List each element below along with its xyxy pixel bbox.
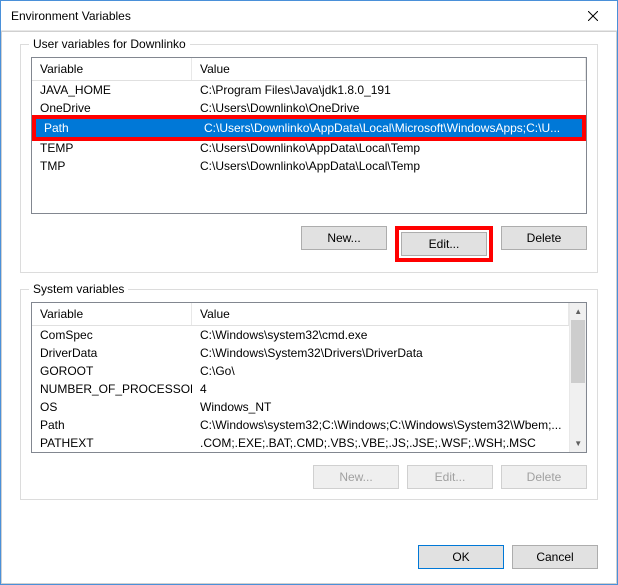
dialog-footer: OK Cancel xyxy=(2,545,616,583)
var-value: C:\Windows\system32\cmd.exe xyxy=(192,326,569,344)
system-new-button[interactable]: New... xyxy=(313,465,399,489)
var-name: JAVA_HOME xyxy=(32,81,192,99)
system-row[interactable]: Path C:\Windows\system32;C:\Windows;C:\W… xyxy=(32,416,569,434)
var-value: C:\Users\Downlinko\OneDrive xyxy=(192,99,586,117)
var-value: C:\Windows\system32;C:\Windows;C:\Window… xyxy=(192,416,569,434)
var-value: .COM;.EXE;.BAT;.CMD;.VBS;.VBE;.JS;.JSE;.… xyxy=(192,434,569,452)
system-row[interactable]: ComSpec C:\Windows\system32\cmd.exe xyxy=(32,326,569,344)
var-value: C:\Users\Downlinko\AppData\Local\Temp xyxy=(192,157,586,175)
var-name: DriverData xyxy=(32,344,192,362)
user-group-legend: User variables for Downlinko xyxy=(29,37,190,51)
close-icon xyxy=(588,11,598,21)
user-list-header: Variable Value xyxy=(32,58,586,81)
scroll-down-icon[interactable]: ▼ xyxy=(570,435,586,452)
var-name: TMP xyxy=(32,157,192,175)
system-row[interactable]: NUMBER_OF_PROCESSORS 4 xyxy=(32,380,569,398)
var-value: C:\Windows\System32\Drivers\DriverData xyxy=(192,344,569,362)
system-delete-button[interactable]: Delete xyxy=(501,465,587,489)
user-row[interactable]: OneDrive C:\Users\Downlinko\OneDrive xyxy=(32,99,586,117)
var-value: 4 xyxy=(192,380,569,398)
var-name: OS xyxy=(32,398,192,416)
user-variables-group: User variables for Downlinko Variable Va… xyxy=(20,44,598,273)
system-row[interactable]: OS Windows_NT xyxy=(32,398,569,416)
var-name: Path xyxy=(32,416,192,434)
var-name: Path xyxy=(36,119,196,137)
user-col-variable[interactable]: Variable xyxy=(32,58,192,80)
dialog-body: User variables for Downlinko Variable Va… xyxy=(1,31,617,584)
system-list-body: ComSpec C:\Windows\system32\cmd.exe Driv… xyxy=(32,326,569,452)
system-buttons: New... Edit... Delete xyxy=(31,465,587,489)
user-list-body: JAVA_HOME C:\Program Files\Java\jdk1.8.0… xyxy=(32,81,586,213)
user-col-value[interactable]: Value xyxy=(192,58,586,80)
var-name: ComSpec xyxy=(32,326,192,344)
var-name: OneDrive xyxy=(32,99,192,117)
cancel-button[interactable]: Cancel xyxy=(512,545,598,569)
user-delete-button[interactable]: Delete xyxy=(501,226,587,250)
scroll-up-icon[interactable]: ▲ xyxy=(570,303,586,320)
scroll-track[interactable] xyxy=(570,320,586,435)
system-group-legend: System variables xyxy=(29,282,128,296)
var-value: Windows_NT xyxy=(192,398,569,416)
system-list-header: Variable Value xyxy=(32,303,569,326)
user-variables-list[interactable]: Variable Value JAVA_HOME C:\Program File… xyxy=(31,57,587,214)
var-name: TEMP xyxy=(32,139,192,157)
system-edit-button[interactable]: Edit... xyxy=(407,465,493,489)
env-vars-dialog: Environment Variables User variables for… xyxy=(0,0,618,585)
system-variables-group: System variables Variable Value ComSpec … xyxy=(20,289,598,500)
system-col-value[interactable]: Value xyxy=(192,303,569,325)
user-row[interactable]: JAVA_HOME C:\Program Files\Java\jdk1.8.0… xyxy=(32,81,586,99)
var-value: C:\Go\ xyxy=(192,362,569,380)
var-value: C:\Users\Downlinko\AppData\Local\Microso… xyxy=(196,119,582,137)
system-row[interactable]: DriverData C:\Windows\System32\Drivers\D… xyxy=(32,344,569,362)
user-row[interactable]: TEMP C:\Users\Downlinko\AppData\Local\Te… xyxy=(32,139,586,157)
system-col-variable[interactable]: Variable xyxy=(32,303,192,325)
window-title: Environment Variables xyxy=(11,9,131,23)
user-row[interactable]: TMP C:\Users\Downlinko\AppData\Local\Tem… xyxy=(32,157,586,175)
var-value: C:\Users\Downlinko\AppData\Local\Temp xyxy=(192,139,586,157)
titlebar: Environment Variables xyxy=(1,1,617,31)
user-new-button[interactable]: New... xyxy=(301,226,387,250)
var-name: PATHEXT xyxy=(32,434,192,452)
row-highlight-annotation: Path C:\Users\Downlinko\AppData\Local\Mi… xyxy=(32,115,586,141)
scroll-thumb[interactable] xyxy=(571,320,585,383)
system-variables-list[interactable]: Variable Value ComSpec C:\Windows\system… xyxy=(31,302,587,453)
var-name: NUMBER_OF_PROCESSORS xyxy=(32,380,192,398)
user-edit-button[interactable]: Edit... xyxy=(401,232,487,256)
system-row[interactable]: PATHEXT .COM;.EXE;.BAT;.CMD;.VBS;.VBE;.J… xyxy=(32,434,569,452)
user-row-selected[interactable]: Path C:\Users\Downlinko\AppData\Local\Mi… xyxy=(36,119,582,137)
system-scrollbar[interactable]: ▲ ▼ xyxy=(569,303,586,452)
var-name: GOROOT xyxy=(32,362,192,380)
user-buttons: New... Edit... Delete xyxy=(31,226,587,262)
window-close-button[interactable] xyxy=(573,3,613,29)
var-value: C:\Program Files\Java\jdk1.8.0_191 xyxy=(192,81,586,99)
ok-button[interactable]: OK xyxy=(418,545,504,569)
edit-button-highlight-annotation: Edit... xyxy=(395,226,493,262)
system-row[interactable]: GOROOT C:\Go\ xyxy=(32,362,569,380)
